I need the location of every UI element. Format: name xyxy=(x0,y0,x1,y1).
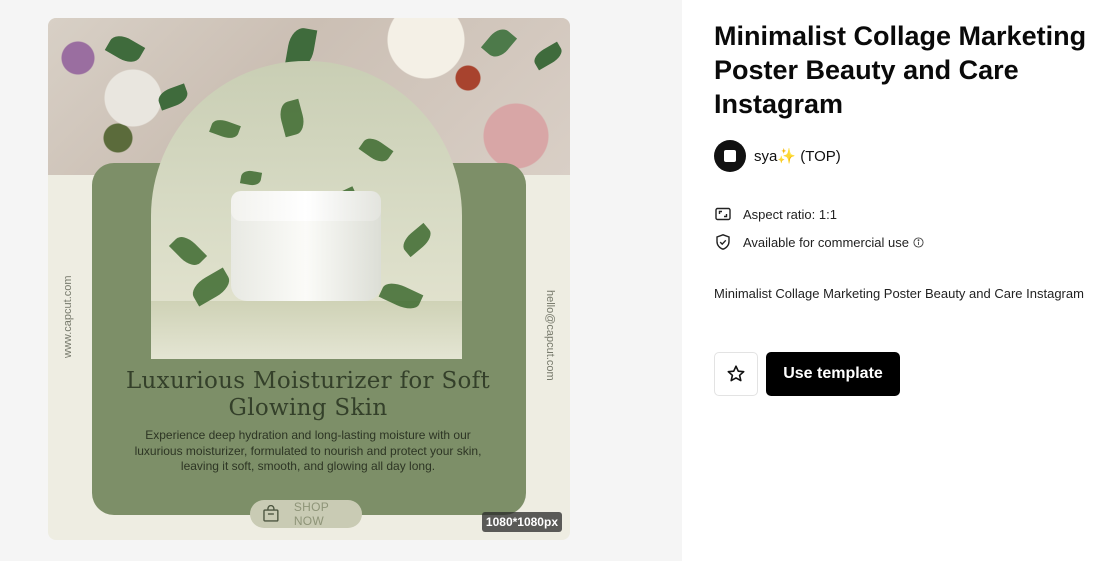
poster-body: Experience deep hydration and long-lasti… xyxy=(134,428,482,473)
shop-now-label: SHOP NOW xyxy=(293,500,329,528)
shop-now-button: SHOP NOW xyxy=(250,500,362,528)
aspect-ratio-row: Aspect ratio: 1:1 xyxy=(714,205,837,223)
dimensions-badge: 1080*1080px xyxy=(481,512,562,532)
author-name[interactable]: sya✨ (TOP) xyxy=(754,147,841,165)
website-text: www.capcut.com xyxy=(62,275,74,358)
email-text: hello@capcut.com xyxy=(544,290,556,381)
template-description: Minimalist Collage Marketing Poster Beau… xyxy=(714,286,1084,301)
avatar[interactable] xyxy=(714,140,746,172)
favorite-button[interactable] xyxy=(714,352,758,396)
preview-pane: www.capcut.com hello@capcut.com Luxuriou… xyxy=(0,0,682,561)
poster-headline: Luxurious Moisturizer for Soft Glowing S… xyxy=(125,368,491,421)
star-icon xyxy=(727,365,745,382)
commercial-use-text: Available for commercial use xyxy=(743,234,909,250)
shopping-bag-icon xyxy=(263,505,279,522)
author-info[interactable]: sya✨ (TOP) xyxy=(714,140,841,172)
product-photo xyxy=(151,61,462,359)
info-icon[interactable] xyxy=(913,236,924,248)
use-template-button[interactable]: Use template xyxy=(766,352,900,396)
shield-check-icon xyxy=(716,234,730,250)
sparkle-emoji: ✨ xyxy=(777,148,797,165)
commercial-use-row: Available for commercial use xyxy=(714,233,924,251)
aspect-ratio-icon xyxy=(715,207,731,221)
author-badge: (TOP) xyxy=(800,148,841,165)
template-title: Minimalist Collage Marketing Poster Beau… xyxy=(714,21,1087,119)
template-preview[interactable]: www.capcut.com hello@capcut.com Luxuriou… xyxy=(48,18,570,540)
author-handle: sya xyxy=(754,148,778,165)
aspect-ratio-text: Aspect ratio: 1:1 xyxy=(743,206,837,222)
